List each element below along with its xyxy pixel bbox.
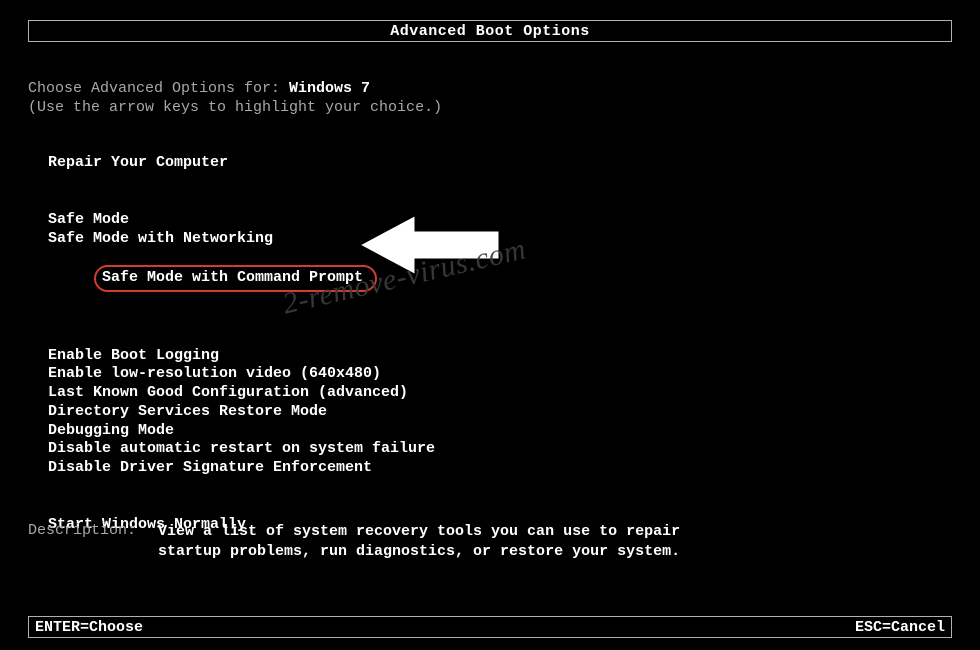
menu-item-safemode-cmd[interactable]: Safe Mode with Command Prompt bbox=[48, 248, 952, 308]
menu-item-safemode[interactable]: Safe Mode bbox=[48, 211, 952, 230]
boot-menu[interactable]: Repair Your Computer Safe Mode Safe Mode… bbox=[48, 154, 952, 535]
prompt-os: Windows 7 bbox=[289, 80, 370, 97]
menu-item-no-sig-enforce[interactable]: Disable Driver Signature Enforcement bbox=[48, 459, 952, 478]
menu-item-repair[interactable]: Repair Your Computer bbox=[48, 154, 952, 173]
menu-item-no-autorestart[interactable]: Disable automatic restart on system fail… bbox=[48, 440, 952, 459]
hint-line: (Use the arrow keys to highlight your ch… bbox=[28, 99, 952, 116]
content-area: Choose Advanced Options for: Windows 7 (… bbox=[28, 80, 952, 535]
menu-item-lkgc[interactable]: Last Known Good Configuration (advanced) bbox=[48, 384, 952, 403]
footer-esc: ESC=Cancel bbox=[855, 619, 945, 636]
prompt-line: Choose Advanced Options for: Windows 7 bbox=[28, 80, 952, 97]
menu-item-dsrm[interactable]: Directory Services Restore Mode bbox=[48, 403, 952, 422]
description-label: Description: bbox=[28, 522, 158, 561]
description-block: Description: View a list of system recov… bbox=[28, 522, 952, 561]
highlight-ring: Safe Mode with Command Prompt bbox=[94, 265, 377, 292]
prompt-prefix: Choose Advanced Options for: bbox=[28, 80, 289, 97]
menu-item-debug[interactable]: Debugging Mode bbox=[48, 422, 952, 441]
footer-enter: ENTER=Choose bbox=[35, 619, 143, 636]
footer-bar: ENTER=Choose ESC=Cancel bbox=[28, 616, 952, 638]
menu-item-lowres[interactable]: Enable low-resolution video (640x480) bbox=[48, 365, 952, 384]
menu-item-bootlog[interactable]: Enable Boot Logging bbox=[48, 347, 952, 366]
title-bar: Advanced Boot Options bbox=[28, 20, 952, 42]
page-title: Advanced Boot Options bbox=[390, 23, 590, 40]
menu-item-safemode-net[interactable]: Safe Mode with Networking bbox=[48, 230, 952, 249]
description-text: View a list of system recovery tools you… bbox=[158, 522, 718, 561]
